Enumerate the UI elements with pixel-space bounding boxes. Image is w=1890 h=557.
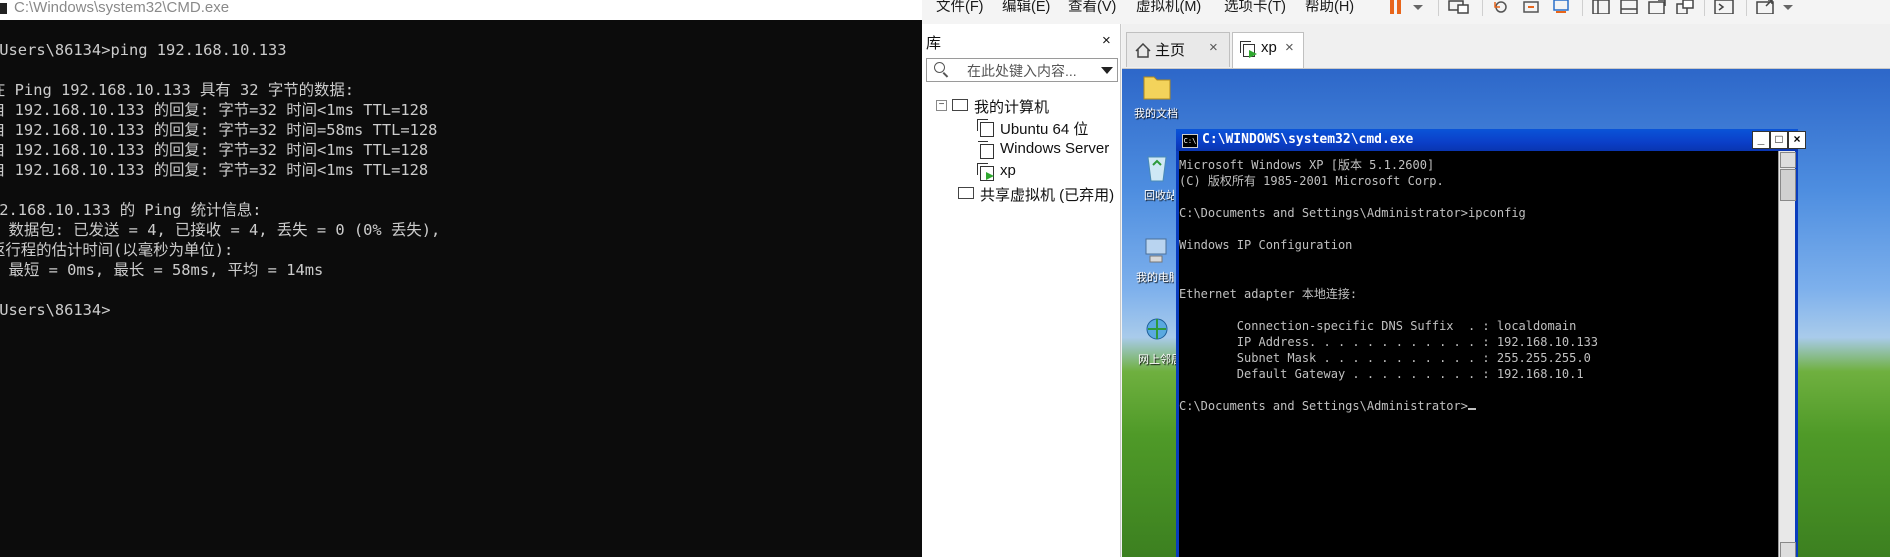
menu-view[interactable]: 查看(V) [1068, 0, 1116, 14]
console-view-icon[interactable] [1714, 0, 1736, 15]
search-placeholder: 在此处键入内容... [967, 63, 1077, 79]
host-cmd-window[interactable]: C:\Windows\system32\CMD.exe \Users\86134… [0, 0, 922, 557]
desktop-label-recycle-bin: 回收站 [1144, 190, 1174, 202]
tab-bar: 主页 × xp × [1122, 24, 1890, 69]
computer-icon [952, 99, 968, 111]
tree-label-shared-vms: 共享虚拟机 (已弃用) [980, 187, 1115, 204]
pause-icon[interactable] [1388, 0, 1406, 14]
host-console-line: 92.168.10.133 的 Ping 统计信息: [0, 201, 262, 219]
guest-console-line: Windows IP Configuration [1179, 238, 1353, 253]
host-console-line: 自 192.168.10.133 的回复: 字节=32 时间<1ms TTL=1… [0, 141, 429, 159]
tree-node-xp[interactable]: xp [977, 162, 1118, 182]
tree-node-ubuntu[interactable]: Ubuntu 64 位 [977, 118, 1118, 138]
tab-home-close-icon[interactable]: × [1209, 39, 1218, 56]
fullscreen-icon[interactable] [1648, 0, 1668, 15]
desktop-label-my-computer: 我的电脑 [1136, 272, 1174, 284]
stretch-view-icon[interactable] [1756, 0, 1778, 15]
host-console-line: 自 192.168.10.133 的回复: 字节=32 时间<1ms TTL=1… [0, 161, 429, 179]
scroll-thumb[interactable] [1780, 169, 1796, 201]
vm-icon [977, 119, 994, 137]
guest-console-line: Default Gateway . . . . . . . . . : 192.… [1179, 367, 1584, 382]
tab-home-label: 主页 [1155, 42, 1186, 59]
host-console-line: \Users\86134> [0, 301, 111, 319]
guest-console-line: (C) 版权所有 1985-2001 Microsoft Corp. [1179, 174, 1444, 189]
chevron-down-icon[interactable] [1101, 67, 1113, 74]
my-computer-icon[interactable] [1138, 233, 1176, 265]
guest-cmd-window[interactable]: C:\ C:\WINDOWS\system32\cmd.exe _ □ × Mi… [1176, 129, 1806, 557]
host-cmd-titlebar[interactable]: C:\Windows\system32\CMD.exe [0, 0, 922, 20]
guest-console-line: Microsoft Windows XP [版本 5.1.2600] [1179, 158, 1435, 172]
host-console-line: 自 192.168.10.133 的回复: 字节=32 时间<1ms TTL=1… [0, 101, 429, 119]
scroll-up-button[interactable] [1780, 152, 1796, 168]
library-title: 库 [926, 35, 942, 52]
guest-desktop[interactable]: 我的文档 回收站 我的电脑 网上邻居 C:\ C:\WINDOWS\system… [1122, 69, 1890, 557]
my-documents-icon[interactable] [1138, 69, 1176, 101]
close-button[interactable]: × [1788, 131, 1806, 149]
cmd-icon: C:\ [1182, 134, 1198, 148]
tree-node-windows-server[interactable]: Windows Server [978, 140, 1118, 160]
library-search-input[interactable]: 在此处键入内容... [926, 58, 1118, 82]
menu-bar: 文件(F) 编辑(E) 查看(V) 虚拟机(M) 选项卡(T) 帮助(H) [922, 0, 1890, 20]
host-console-line: \Users\86134>ping 192.168.10.133 [0, 41, 287, 59]
host-console-line: 返行程的估计时间(以毫秒为单位): [0, 241, 234, 259]
tree-label-ubuntu: Ubuntu 64 位 [1000, 121, 1089, 138]
tab-home[interactable]: 主页 × [1126, 32, 1230, 67]
guest-console-line: C:\Documents and Settings\Administrator>… [1179, 206, 1526, 221]
unity-icon[interactable] [1676, 0, 1696, 15]
vmware-window: 文件(F) 编辑(E) 查看(V) 虚拟机(M) 选项卡(T) 帮助(H) 库 … [922, 0, 1890, 557]
vm-icon [978, 141, 994, 159]
guest-cmd-titlebar[interactable]: C:\ C:\WINDOWS\system32\cmd.exe _ □ × [1176, 129, 1806, 151]
tab-xp-label: xp [1261, 39, 1277, 56]
cmd-icon [0, 3, 7, 14]
snapshot-manager-icon[interactable] [1552, 0, 1572, 14]
tab-xp[interactable]: xp × [1232, 32, 1304, 68]
host-console-line: 最短 = 0ms, 最长 = 58ms, 平均 = 14ms [0, 261, 324, 279]
host-cmd-title: C:\Windows\system32\CMD.exe [14, 0, 230, 16]
network-places-icon[interactable] [1138, 315, 1176, 347]
minimize-button[interactable]: _ [1752, 131, 1770, 149]
menu-vm[interactable]: 虚拟机(M) [1136, 0, 1201, 14]
library-panel: 库 × 在此处键入内容... − 我的计算机 Ubuntu 64 位 Windo… [922, 24, 1121, 557]
menu-help[interactable]: 帮助(H) [1305, 0, 1354, 14]
menu-file[interactable]: 文件(F) [936, 0, 984, 14]
host-console-line: 在 Ping 192.168.10.133 具有 32 字节的数据: [0, 81, 355, 99]
tree-node-my-computer[interactable]: − 我的计算机 [936, 96, 1116, 116]
snapshot-revert-icon[interactable] [1492, 0, 1512, 14]
chevron-down-icon[interactable] [1782, 0, 1794, 14]
chevron-down-icon[interactable] [1412, 0, 1424, 14]
send-keys-icon[interactable] [1448, 0, 1470, 14]
shared-vm-icon [958, 187, 974, 199]
collapse-icon[interactable]: − [936, 100, 947, 111]
tree-node-shared-vms[interactable]: 共享虚拟机 (已弃用) [958, 184, 1118, 204]
text-cursor [1467, 408, 1476, 411]
guest-cmd-scrollbar[interactable] [1778, 151, 1796, 557]
search-icon [934, 62, 945, 73]
sidebar-view-icon[interactable] [1592, 0, 1612, 15]
desktop-label-network-places: 网上邻居 [1138, 354, 1176, 366]
host-console-line: 自 192.168.10.133 的回复: 字节=32 时间=58ms TTL=… [0, 121, 438, 139]
tab-xp-close-icon[interactable]: × [1285, 39, 1294, 56]
guest-cmd-title: C:\WINDOWS\system32\cmd.exe [1202, 132, 1414, 147]
guest-console-line: Subnet Mask . . . . . . . . . . . : 255.… [1179, 351, 1591, 366]
tree-label-windows-server: Windows Server [1000, 140, 1110, 157]
home-icon [1135, 43, 1151, 58]
menu-edit[interactable]: 编辑(E) [1002, 0, 1050, 14]
guest-cmd-output[interactable]: Microsoft Windows XP [版本 5.1.2600] (C) 版… [1179, 157, 1598, 415]
guest-console-line: IP Address. . . . . . . . . . . . : 192.… [1179, 335, 1599, 350]
tree-label-xp: xp [1000, 162, 1016, 179]
thumbnail-view-icon[interactable] [1620, 0, 1640, 15]
menu-tabs[interactable]: 选项卡(T) [1224, 0, 1286, 14]
snapshot-icon[interactable] [1522, 0, 1542, 14]
guest-console-line: Ethernet adapter 本地连接: [1179, 286, 1358, 301]
host-cmd-output[interactable]: \Users\86134>ping 192.168.10.133 在 Ping … [0, 40, 440, 320]
library-close-button[interactable]: × [1102, 32, 1111, 49]
guest-console-line: C:\Documents and Settings\Administrator> [1179, 399, 1468, 414]
recycle-bin-icon[interactable] [1138, 151, 1176, 183]
guest-console-line: Connection-specific DNS Suffix . : local… [1179, 318, 1577, 333]
maximize-button[interactable]: □ [1770, 131, 1788, 149]
desktop-label-my-documents: 我的文档 [1134, 108, 1178, 120]
scroll-down-button[interactable] [1780, 542, 1796, 557]
tree-label-my-computer: 我的计算机 [974, 99, 1050, 116]
host-console-line: 数据包: 已发送 = 4, 已接收 = 4, 丢失 = 0 (0% 丢失), [0, 221, 441, 239]
